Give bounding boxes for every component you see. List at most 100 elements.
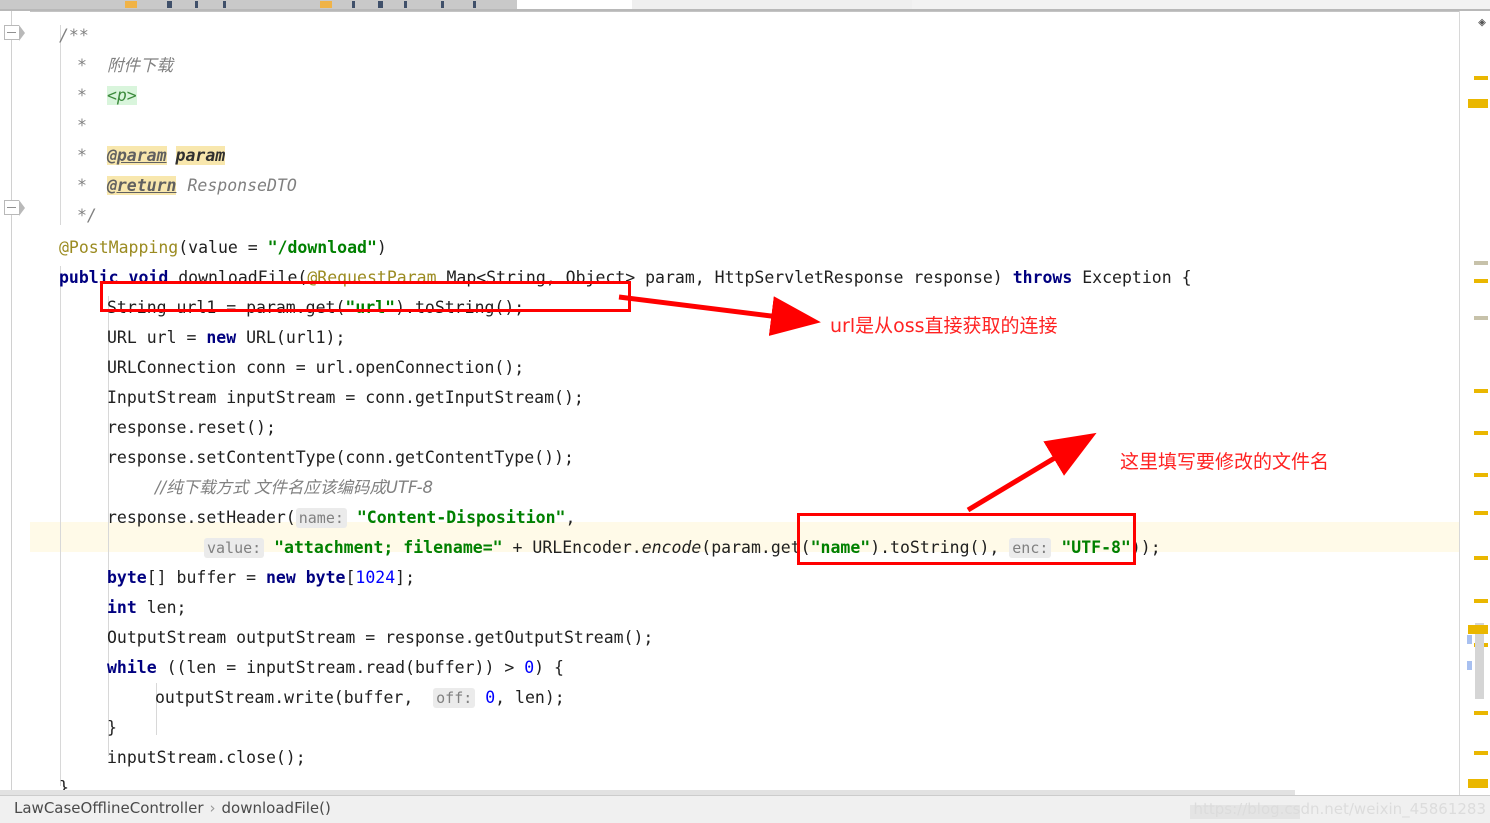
code-line[interactable]: byte[] buffer = new byte[1024];	[107, 563, 415, 593]
code-line[interactable]: URL url = new URL(url1);	[107, 323, 345, 353]
error-stripe-gutter[interactable]: ◈	[1459, 11, 1490, 815]
code-text: URL url =	[107, 328, 207, 347]
inspection-eye-icon[interactable]: ◈	[1478, 15, 1486, 30]
stripe-warning-marker[interactable]	[1474, 279, 1488, 283]
encode-method: encode	[641, 538, 702, 557]
kw-while: while	[107, 658, 157, 677]
param-hint-name: name:	[295, 508, 347, 528]
javadoc-close: */	[77, 206, 97, 225]
code-line-header-value[interactable]: value: "attachment; filename=" + URLEnco…	[204, 533, 1161, 563]
tab-2[interactable]	[105, 0, 243, 9]
stripe-warning-marker[interactable]	[1474, 599, 1488, 603]
code-line[interactable]: * <p>	[77, 81, 137, 111]
code-line[interactable]: public void downloadFile(@RequestParam M…	[59, 263, 1192, 293]
kw-new: new	[265, 568, 296, 587]
code-line[interactable]: response.setContentType(conn.getContentT…	[107, 443, 574, 473]
javadoc-param-name: param	[175, 146, 226, 165]
code-line[interactable]: response.reset();	[107, 413, 276, 443]
inline-comment: //纯下载方式 文件名应该编码成UTF-8	[155, 478, 434, 497]
breadcrumb[interactable]: LawCaseOfflineController › downloadFile()	[14, 799, 331, 817]
stripe-change-marker[interactable]	[1467, 661, 1472, 670]
param-hint-enc: enc:	[1009, 538, 1052, 558]
code-line[interactable]: inputStream.close();	[107, 743, 306, 773]
stripe-warning-marker[interactable]	[1474, 473, 1488, 477]
code-line[interactable]: * @param param	[77, 141, 226, 171]
stripe-warning-marker[interactable]	[1474, 431, 1488, 435]
code-line[interactable]: outputStream.write(buffer, off: 0, len);	[155, 683, 565, 713]
watermark-url: https://blog.csdn.net/weixin_45861283	[1193, 800, 1486, 818]
stripe-warning-marker[interactable]	[1468, 779, 1488, 788]
code-text: (param.get(	[701, 538, 811, 557]
url-key-string: "url"	[345, 298, 396, 317]
code-line[interactable]: */	[77, 201, 97, 231]
code-line[interactable]: * 附件下载	[77, 51, 173, 81]
code-line[interactable]: /**	[59, 21, 89, 51]
javadoc-star: *	[77, 176, 87, 195]
code-text: URLConnection conn = url.openConnection(…	[107, 358, 525, 377]
code-line[interactable]: InputStream inputStream = conn.getInputS…	[107, 383, 584, 413]
tab-4[interactable]	[429, 0, 518, 9]
code-line-url1[interactable]: String url1 = param.get("url").toString(…	[107, 293, 524, 323]
kw-new: new	[206, 328, 237, 347]
code-text: response.setHeader(	[107, 508, 296, 527]
code-line[interactable]: }	[107, 713, 117, 743]
utf8-string: "UTF-8"	[1061, 538, 1131, 557]
file-icon	[352, 1, 355, 8]
tab-3[interactable]	[242, 0, 430, 9]
code-line[interactable]: @PostMapping(value = "/download")	[59, 233, 387, 263]
stripe-warning-marker[interactable]	[1474, 711, 1488, 715]
editor-tab-bar[interactable]	[0, 0, 1490, 9]
stripe-warning-marker[interactable]	[1474, 76, 1488, 80]
code-text: ];	[395, 568, 416, 587]
attachment-filename-string: "attachment; filename="	[274, 538, 503, 557]
code-line[interactable]: URLConnection conn = url.openConnection(…	[107, 353, 524, 383]
code-text: [] buffer =	[146, 568, 266, 587]
code-editor[interactable]: /** * 附件下载 * <p> * * @param param * @return Re…	[0, 11, 1490, 796]
code-text: }	[107, 718, 117, 737]
file-icon	[378, 1, 383, 8]
stripe-warning-marker[interactable]	[1474, 556, 1488, 560]
javadoc-open: /**	[59, 26, 89, 45]
code-text: ).toString(),	[870, 538, 1000, 557]
stripe-typo-marker[interactable]	[1474, 261, 1488, 265]
code-text: ((len = inputStream.read(buffer)) >	[156, 658, 525, 677]
source-code[interactable]: /** * 附件下载 * <p> * * @param param * @return Re…	[0, 11, 1490, 796]
offset-literal: 0	[485, 688, 496, 707]
tab-area-far-right[interactable]	[912, 0, 1490, 9]
signature-params: Map<String, Object> param, HttpServletRe…	[436, 268, 1013, 287]
code-line[interactable]: while ((len = inputStream.read(buffer)) …	[107, 653, 564, 683]
stripe-warning-marker[interactable]	[1468, 625, 1488, 634]
code-line[interactable]: * @return ResponseDTO	[77, 171, 297, 201]
stripe-warning-marker[interactable]	[1474, 511, 1488, 515]
stripe-change-marker[interactable]	[1467, 635, 1472, 644]
tab-area-right[interactable]	[632, 0, 912, 9]
code-text: len;	[136, 598, 187, 617]
breadcrumb-method[interactable]: downloadFile()	[222, 799, 331, 817]
file-icon	[167, 1, 172, 8]
kw-public: public	[59, 268, 119, 287]
javadoc-return-type: ResponseDTO	[187, 176, 297, 195]
javadoc-param-tag: @param	[106, 146, 167, 165]
annotation-filename-label: 这里填写要修改的文件名	[1120, 451, 1330, 473]
code-line[interactable]: int len;	[107, 593, 186, 623]
tab-1[interactable]	[0, 0, 106, 9]
stripe-warning-marker[interactable]	[1474, 751, 1488, 755]
requestparam-annotation: @RequestParam	[307, 268, 437, 287]
stripe-typo-marker[interactable]	[1474, 316, 1488, 320]
javadoc-star: *	[77, 56, 87, 75]
file-icon	[473, 1, 476, 8]
tab-active[interactable]	[517, 0, 633, 9]
code-line[interactable]: *	[77, 111, 87, 141]
code-line[interactable]: //纯下载方式 文件名应该编码成UTF-8	[155, 473, 433, 503]
code-text: , len);	[495, 688, 565, 707]
code-line[interactable]: OutputStream outputStream = response.get…	[107, 623, 653, 653]
stripe-warning-marker[interactable]	[1468, 99, 1488, 108]
vertical-scrollbar-thumb[interactable]	[1475, 623, 1484, 699]
stripe-warning-marker[interactable]	[1474, 389, 1488, 393]
breadcrumb-separator: ›	[209, 799, 216, 817]
code-line[interactable]: response.setHeader(name: "Content-Dispos…	[107, 503, 575, 533]
code-text: URL(url1);	[236, 328, 346, 347]
code-text: InputStream inputStream = conn.getInputS…	[107, 388, 584, 407]
breadcrumb-class[interactable]: LawCaseOfflineController	[14, 799, 204, 817]
kw-throws: throws	[1012, 268, 1073, 287]
